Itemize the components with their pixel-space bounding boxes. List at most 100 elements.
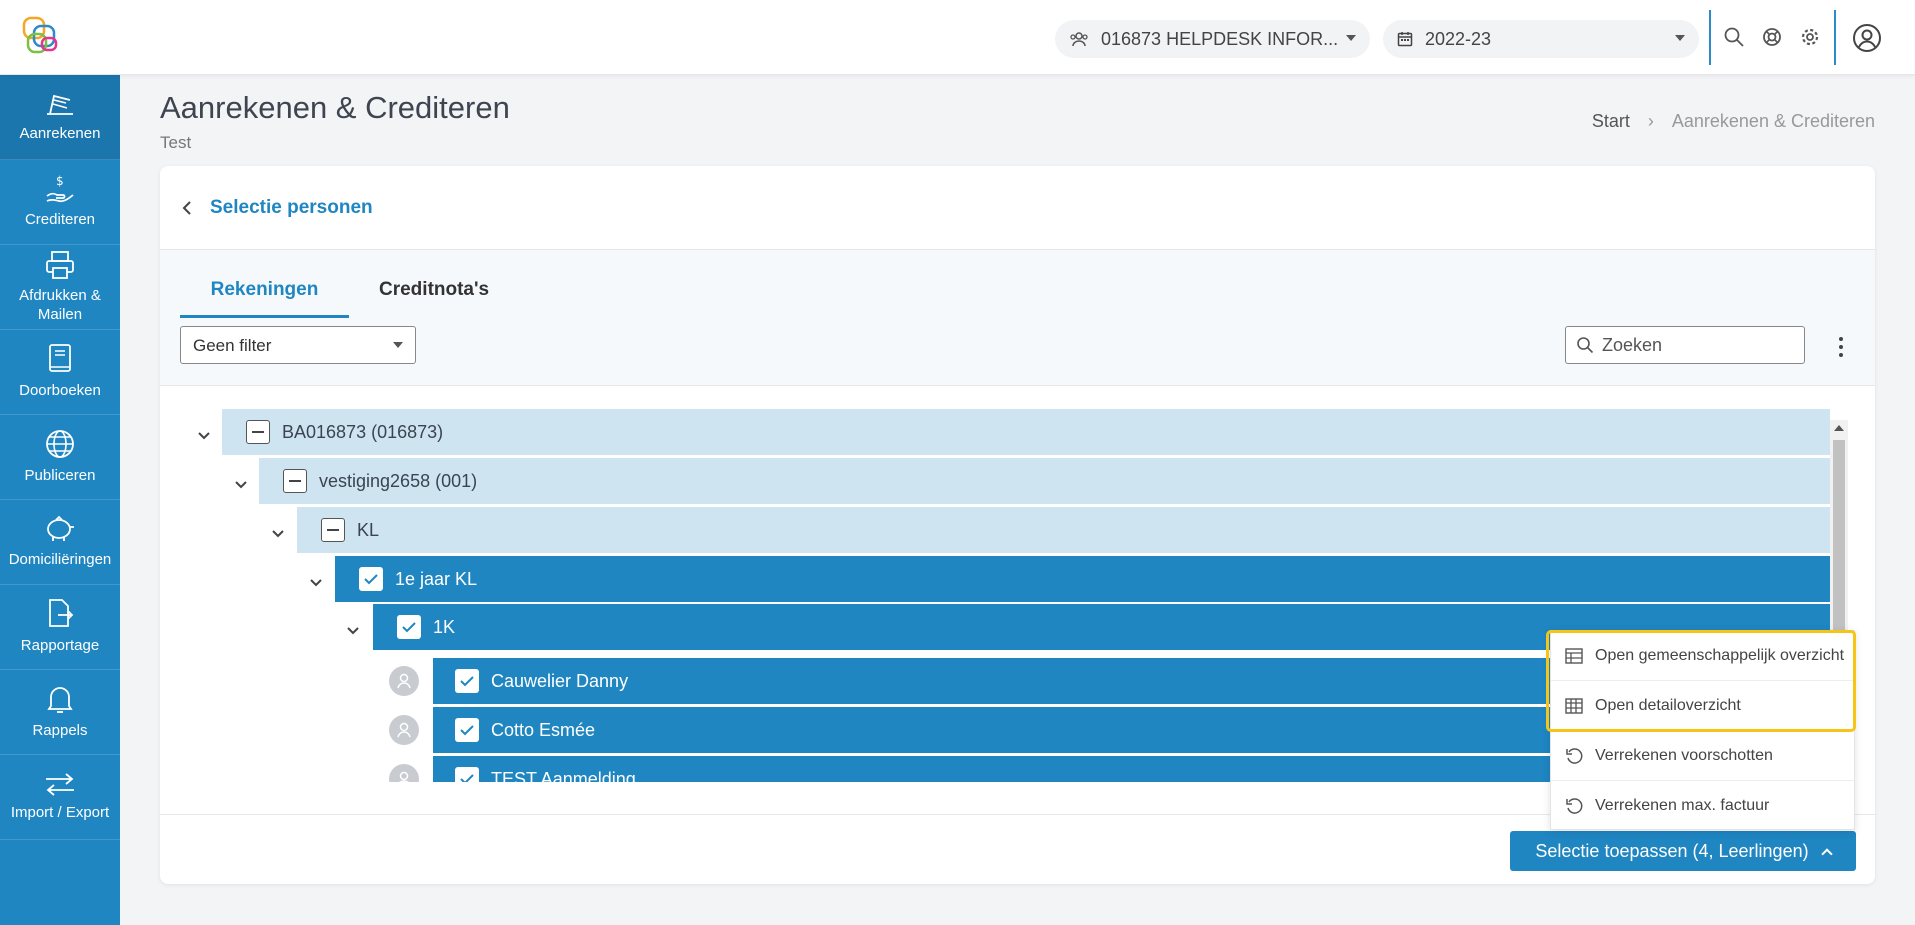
- menu-item-settle-advances[interactable]: Verrekenen voorschotten: [1551, 731, 1854, 781]
- chevron-down-icon: [393, 342, 403, 348]
- printer-icon: [46, 250, 74, 279]
- school-selector[interactable]: 016873 HELPDESK INFOR...: [1055, 20, 1370, 58]
- tree-row-label: Cotto Esmée: [491, 719, 596, 740]
- partial-checkbox[interactable]: [246, 420, 270, 444]
- checked-checkbox[interactable]: [455, 767, 479, 782]
- checked-checkbox[interactable]: [397, 615, 421, 639]
- sidebar-item-label: Domiciliëringen: [8, 551, 112, 569]
- sidebar-item-publiceren[interactable]: Publiceren: [0, 415, 120, 500]
- person-avatar-icon: [389, 666, 419, 696]
- search-icon: [1577, 337, 1594, 354]
- sidebar-item-domicilieringen[interactable]: Domiciliëringen: [0, 500, 120, 585]
- gear-icon[interactable]: [1799, 26, 1821, 48]
- search-icon[interactable]: [1723, 26, 1745, 48]
- tab-rekeningen[interactable]: Rekeningen: [180, 268, 349, 318]
- person-avatar-icon: [389, 764, 419, 782]
- sidebar: Aanrekenen $ Crediteren Afdrukken & Mail…: [0, 75, 120, 925]
- globe-icon: [46, 430, 74, 459]
- chevron-down-icon: [1346, 35, 1356, 41]
- sidebar-item-label: Rappels: [32, 722, 88, 740]
- sidebar-item-doorboeken[interactable]: Doorboeken: [0, 330, 120, 415]
- sidebar-item-crediteren[interactable]: $ Crediteren: [0, 160, 120, 245]
- chevron-down-icon[interactable]: [197, 431, 211, 441]
- checked-checkbox[interactable]: [359, 567, 383, 591]
- sidebar-item-aanrekenen[interactable]: Aanrekenen: [0, 75, 120, 160]
- menu-item-label: Verrekenen voorschotten: [1595, 746, 1773, 764]
- tree-row[interactable]: 1e jaar KL: [335, 556, 1830, 602]
- sidebar-item-rapportage[interactable]: Rapportage: [0, 585, 120, 670]
- sidebar-item-label: Publiceren: [24, 467, 96, 485]
- user-avatar-icon[interactable]: [1852, 23, 1882, 53]
- tree-row[interactable]: KL: [297, 507, 1830, 553]
- tree-row-label: 1K: [433, 616, 456, 637]
- back-link[interactable]: Selectie personen: [174, 197, 373, 219]
- sidebar-item-afdrukken[interactable]: Afdrukken & Mailen: [0, 245, 120, 330]
- partial-checkbox[interactable]: [283, 469, 307, 493]
- undo-icon: [1566, 798, 1583, 814]
- chevron-down-icon[interactable]: [309, 578, 323, 588]
- tree-row-label: KL: [357, 519, 380, 540]
- checked-checkbox[interactable]: [455, 718, 479, 742]
- apply-selection-button[interactable]: Selectie toepassen (4, Leerlingen): [1510, 831, 1856, 871]
- scroll-up-icon[interactable]: [1834, 425, 1844, 431]
- apply-selection-label: Selectie toepassen (4, Leerlingen): [1535, 840, 1809, 861]
- sidebar-item-rappels[interactable]: Rappels: [0, 670, 120, 755]
- hand-dollar-icon: $: [46, 174, 74, 203]
- grid-table-icon: [1565, 697, 1583, 714]
- tree-row-label: BA016873 (016873): [282, 421, 444, 442]
- apply-options-menu: Open gemeenschappelijk overzicht Open de…: [1550, 630, 1855, 830]
- calendar-icon: [1397, 32, 1413, 47]
- chevron-right-icon: ›: [1647, 111, 1654, 131]
- menu-item-settle-max-invoice[interactable]: Verrekenen max. factuur: [1551, 781, 1854, 831]
- sidebar-item-import-export[interactable]: Import / Export: [0, 755, 120, 840]
- filter-select[interactable]: Geen filter: [180, 326, 416, 364]
- search-input[interactable]: Zoeken: [1565, 326, 1805, 364]
- invoice-icon: [47, 95, 73, 116]
- app-logo-icon[interactable]: [20, 14, 64, 58]
- search-placeholder: Zoeken: [1602, 334, 1663, 355]
- menu-item-open-detail-overview[interactable]: Open detailoverzicht: [1551, 681, 1854, 731]
- year-selector[interactable]: 2022-23: [1383, 20, 1699, 58]
- partial-checkbox[interactable]: [321, 518, 345, 542]
- undo-icon: [1566, 747, 1583, 764]
- menu-item-label: Open detailoverzicht: [1595, 696, 1741, 714]
- header-divider: [1709, 10, 1711, 65]
- group-icon: [1070, 32, 1088, 47]
- piggy-bank-icon: [47, 515, 74, 542]
- tree-row[interactable]: BA016873 (016873): [222, 409, 1830, 455]
- more-options-icon[interactable]: [1831, 336, 1851, 358]
- sidebar-item-label: Aanrekenen: [19, 125, 101, 143]
- menu-item-label: Open gemeenschappelijk overzicht: [1595, 646, 1845, 664]
- chevron-down-icon[interactable]: [271, 529, 285, 539]
- tree-row-label: 1e jaar KL: [395, 568, 478, 589]
- sidebar-item-label: Rapportage: [20, 637, 100, 655]
- tree-row[interactable]: vestiging2658 (001): [259, 458, 1830, 504]
- svg-text:$: $: [56, 174, 64, 188]
- chevron-down-icon[interactable]: [234, 480, 248, 490]
- menu-item-open-shared-overview[interactable]: Open gemeenschappelijk overzicht: [1551, 631, 1854, 681]
- checked-checkbox[interactable]: [455, 669, 479, 693]
- breadcrumb-start[interactable]: Start: [1592, 111, 1630, 132]
- top-bar: 016873 HELPDESK INFOR... 2022-23: [0, 0, 1915, 75]
- breadcrumb-current: Aanrekenen & Crediteren: [1671, 111, 1875, 131]
- sidebar-item-label: Doorboeken: [19, 382, 101, 400]
- chevron-down-icon: [1675, 35, 1685, 41]
- tree-row-label: Cauwelier Danny: [491, 670, 629, 691]
- chevron-left-icon: [182, 200, 191, 215]
- book-icon: [49, 344, 71, 373]
- header-divider: [1834, 10, 1836, 65]
- chevron-up-icon: [1820, 847, 1833, 860]
- person-avatar-icon: [389, 715, 419, 745]
- sidebar-item-label: Import / Export: [10, 804, 110, 822]
- sidebar-item-label: Afdrukken & Mailen: [19, 286, 101, 324]
- filter-select-value: Geen filter: [193, 336, 272, 355]
- page-subtitle: Test: [160, 133, 192, 152]
- back-link-label: Selectie personen: [210, 196, 373, 218]
- chevron-down-icon[interactable]: [346, 626, 360, 636]
- lifebuoy-icon[interactable]: [1761, 26, 1783, 48]
- tree-row-label: vestiging2658 (001): [319, 470, 478, 491]
- tree-row-label: TEST Aanmelding: [491, 768, 636, 783]
- swap-arrows-icon: [46, 773, 74, 796]
- tab-creditnotas[interactable]: Creditnota's: [379, 268, 489, 318]
- table-icon: [1565, 647, 1583, 664]
